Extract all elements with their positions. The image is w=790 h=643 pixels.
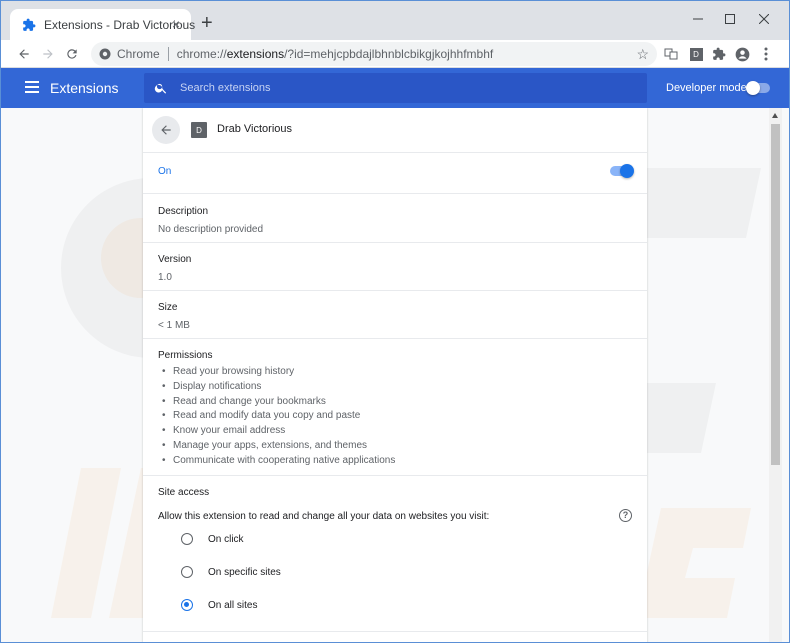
radio-on-specific-sites[interactable]: On specific sites [181, 565, 281, 579]
toggle-knob [746, 81, 760, 95]
size-label: Size [158, 302, 178, 313]
description-value: No description provided [158, 224, 264, 235]
minimize-icon[interactable] [687, 10, 709, 28]
translate-icon[interactable] [662, 45, 680, 63]
permission-item: Manage your apps, extensions, and themes [158, 439, 632, 454]
back-arrow-icon[interactable] [15, 45, 33, 63]
back-arrow-icon [161, 125, 171, 135]
extension-detail-page: D Drab Victorious On Description No desc… [1, 108, 789, 642]
extensions-puzzle-icon[interactable] [710, 45, 728, 63]
size-value: < 1 MB [158, 320, 190, 331]
site-access-section: Site access [158, 487, 632, 498]
search-input[interactable] [180, 82, 580, 94]
reload-icon[interactable] [63, 45, 81, 63]
site-access-label: Site access [158, 487, 210, 498]
radio-label: On all sites [208, 599, 258, 611]
search-icon [154, 81, 168, 95]
kebab-menu-icon[interactable] [757, 45, 775, 63]
version-value: 1.0 [158, 272, 172, 283]
detail-header: D Drab Victorious [143, 108, 647, 152]
browser-toolbar: Chrome chrome://extensions/?id=mehjcpbda… [1, 40, 789, 68]
extension-drab-icon[interactable]: D [687, 45, 705, 63]
url-path: extensions [226, 47, 285, 61]
close-window-icon[interactable] [753, 10, 775, 28]
address-separator [167, 47, 169, 61]
extensions-header: Extensions Developer mode [1, 68, 789, 108]
radio-label: On click [208, 533, 244, 545]
tab-extensions[interactable]: Extensions - Drab Victorious × [10, 9, 195, 40]
radio-label: On specific sites [208, 566, 281, 578]
divider [143, 152, 647, 153]
divider [143, 475, 647, 476]
extension-name: Drab Victorious [217, 123, 292, 135]
hamburger-menu-icon[interactable] [25, 81, 39, 93]
divider [143, 631, 647, 632]
tab-close-icon[interactable]: × [169, 17, 183, 31]
enable-toggle[interactable] [610, 164, 634, 178]
enabled-status-label: On [158, 166, 172, 177]
divider [143, 338, 647, 339]
tab-strip: Extensions - Drab Victorious × + [1, 1, 789, 40]
scroll-up-arrow-icon[interactable] [772, 113, 778, 118]
radio-on-all-sites[interactable]: On all sites [181, 598, 257, 612]
back-button[interactable] [152, 116, 180, 144]
search-bar[interactable] [144, 73, 647, 103]
puzzle-icon [22, 18, 36, 32]
address-bar[interactable]: Chrome chrome://extensions/?id=mehjcpbda… [91, 42, 657, 66]
chrome-icon [99, 48, 111, 60]
url-query: /?id=mehjcpbdajlbhnblcbikgjkojhhfmbhf [284, 47, 494, 61]
extension-detail-card: D Drab Victorious On Description No desc… [143, 108, 647, 642]
version-section: Version 1.0 [158, 254, 632, 283]
developer-mode-label: Developer mode [666, 82, 747, 94]
forward-arrow-icon[interactable] [39, 45, 57, 63]
radio-button[interactable] [181, 533, 193, 545]
permission-item: Display notifications [158, 380, 632, 395]
radio-button[interactable] [181, 566, 193, 578]
permissions-list: Read your browsing history Display notif… [158, 365, 632, 469]
description-section: Description No description provided [158, 206, 632, 235]
extension-icon: D [191, 122, 207, 138]
site-access-description: Allow this extension to read and change … [158, 511, 490, 522]
site-chip-label: Chrome [117, 47, 160, 61]
version-label: Version [158, 254, 192, 265]
url-text: chrome://extensions/?id=mehjcpbdajlbhnbl… [177, 47, 494, 61]
permission-item: Read and change your bookmarks [158, 395, 632, 410]
profile-avatar-icon[interactable] [733, 45, 751, 63]
permission-item: Read and modify data you copy and paste [158, 409, 632, 424]
permission-item: Communicate with cooperating native appl… [158, 454, 632, 469]
radio-on-click[interactable]: On click [181, 532, 244, 546]
toggle-knob [620, 164, 634, 178]
permission-item: Read your browsing history [158, 365, 632, 380]
url-host: chrome:// [176, 47, 227, 61]
permission-item: Know your email address [158, 424, 632, 439]
new-tab-button[interactable]: + [201, 13, 215, 33]
extension-drab-letter: D [689, 47, 703, 61]
page-title: Extensions [50, 80, 119, 96]
scrollbar-thumb[interactable] [771, 124, 780, 465]
permissions-label: Permissions [158, 350, 213, 361]
browser-window: Extensions - Drab Victorious × + Chrome … [0, 0, 790, 643]
description-label: Description [158, 206, 209, 217]
divider [143, 242, 647, 243]
developer-mode-toggle[interactable] [746, 81, 770, 95]
permissions-section: Permissions Read your browsing history D… [158, 350, 632, 469]
help-icon[interactable]: ? [619, 509, 632, 522]
maximize-icon[interactable] [719, 10, 741, 28]
size-section: Size < 1 MB [158, 302, 632, 331]
divider [143, 193, 647, 194]
divider [143, 290, 647, 291]
bookmark-star-icon[interactable]: ☆ [636, 46, 649, 63]
radio-button-selected[interactable] [181, 599, 193, 611]
page-scrollbar[interactable] [769, 108, 782, 642]
